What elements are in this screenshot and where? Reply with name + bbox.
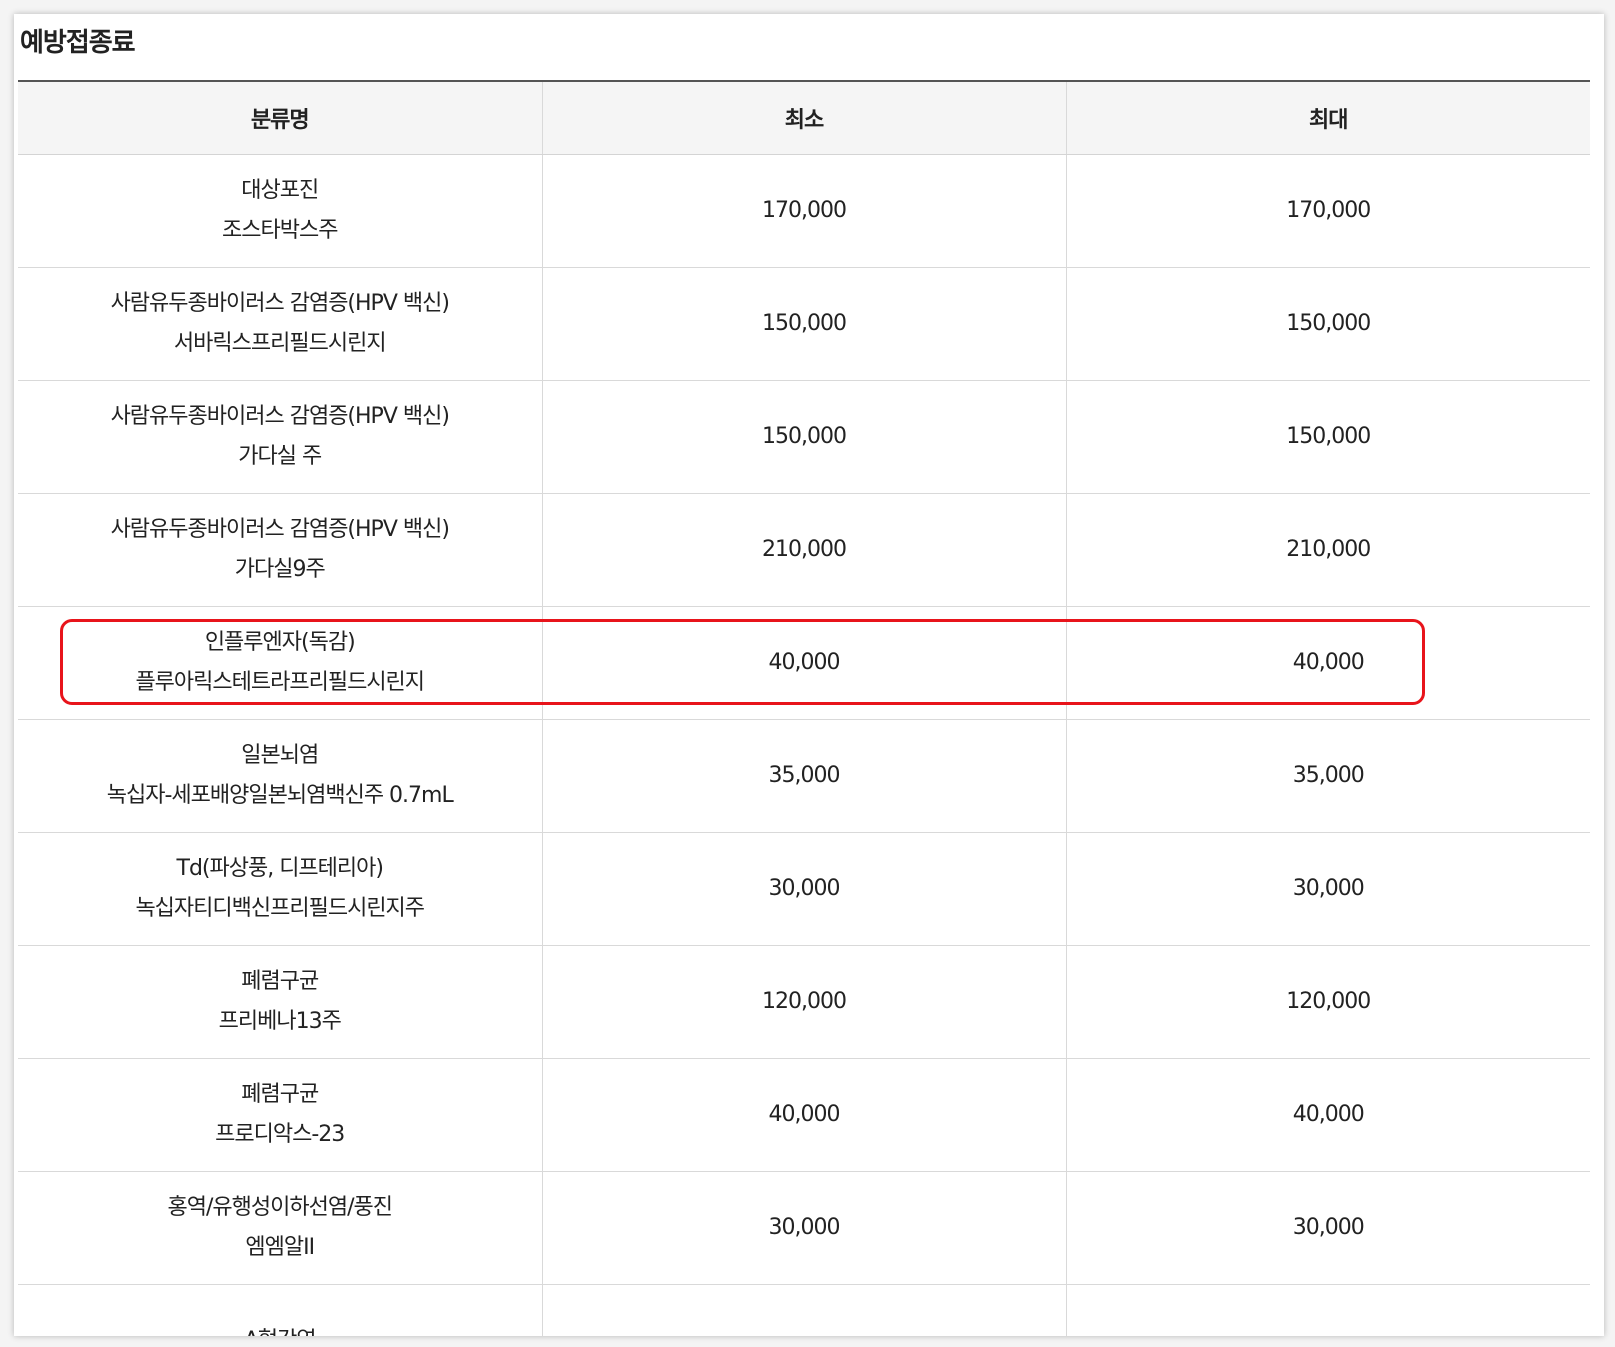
fee-table: 분류명 최소 최대 대상포진 조스타박스주 170,000 170,000 사람… xyxy=(18,80,1590,1336)
cell-max: 30,000 xyxy=(1065,1171,1590,1285)
cell-min: 35,000 xyxy=(541,719,1066,833)
cell-max: 35,000 xyxy=(1065,719,1590,833)
cell-category: 인플루엔자(독감) 플루아릭스테트라프리필드시린지 xyxy=(18,606,542,720)
product-name: 서바릭스프리필드시린지 xyxy=(173,331,387,356)
cell-min: 170,000 xyxy=(541,154,1066,268)
product-name: 프로디악스-23 xyxy=(215,1122,345,1147)
cell-category: 폐렴구균 프로디악스-23 xyxy=(18,1058,542,1172)
cell-category: A형간염 xyxy=(18,1284,542,1336)
cell-max: 120,000 xyxy=(1065,945,1590,1059)
product-name: 녹십자-세포배양일본뇌염백신주 0.7mL xyxy=(106,783,454,808)
vaccination-fee-panel: 예방접종료 분류명 최소 최대 대상포진 조스타박스주 170,000 170,… xyxy=(14,14,1604,1336)
table-row: 사람유두종바이러스 감염증(HPV 백신) 서바릭스프리필드시린지 150,00… xyxy=(18,267,1590,381)
fee-table-container: 분류명 최소 최대 대상포진 조스타박스주 170,000 170,000 사람… xyxy=(18,80,1590,1336)
cell-min: 120,000 xyxy=(541,945,1066,1059)
table-row: 홍역/유행성이하선염/풍진 엠엠알II 30,000 30,000 xyxy=(18,1171,1590,1285)
table-row-highlighted: 인플루엔자(독감) 플루아릭스테트라프리필드시린지 40,000 40,000 xyxy=(18,606,1590,720)
cell-min: 30,000 xyxy=(541,1171,1066,1285)
header-category: 분류명 xyxy=(18,80,542,155)
table-row: 사람유두종바이러스 감염증(HPV 백신) 가다실9주 210,000 210,… xyxy=(18,493,1590,607)
category-name: A형간염 xyxy=(18,1321,542,1336)
category-name: 일본뇌염 xyxy=(241,743,319,768)
product-name: 엠엠알II xyxy=(245,1235,315,1260)
table-row: 폐렴구균 프로디악스-23 40,000 40,000 xyxy=(18,1058,1590,1172)
table-row: A형간염 xyxy=(18,1284,1590,1336)
cell-max: 150,000 xyxy=(1065,380,1590,494)
category-name: Td(파상풍, 디프테리아) xyxy=(176,856,384,881)
cell-category: 홍역/유행성이하선염/풍진 엠엠알II xyxy=(18,1171,542,1285)
category-name: 홍역/유행성이하선염/풍진 xyxy=(167,1195,393,1220)
product-name: 녹십자티디백신프리필드시린지주 xyxy=(135,896,425,921)
table-header-row: 분류명 최소 최대 xyxy=(18,80,1590,155)
category-name: 폐렴구균 xyxy=(241,969,319,994)
table-row: 사람유두종바이러스 감염증(HPV 백신) 가다실 주 150,000 150,… xyxy=(18,380,1590,494)
cell-category: 대상포진 조스타박스주 xyxy=(18,154,542,268)
cell-category: 사람유두종바이러스 감염증(HPV 백신) 서바릭스프리필드시린지 xyxy=(18,267,542,381)
category-name: 인플루엔자(독감) xyxy=(204,630,356,655)
page-title: 예방접종료 xyxy=(20,28,136,58)
table-row: 폐렴구균 프리베나13주 120,000 120,000 xyxy=(18,945,1590,1059)
cell-min: 40,000 xyxy=(541,1058,1066,1172)
product-name: 가다실 주 xyxy=(238,444,322,469)
category-name: 대상포진 xyxy=(241,178,319,203)
cell-max: 40,000 xyxy=(1065,1058,1590,1172)
product-name: 플루아릭스테트라프리필드시린지 xyxy=(135,670,425,695)
table-row: 일본뇌염 녹십자-세포배양일본뇌염백신주 0.7mL 35,000 35,000 xyxy=(18,719,1590,833)
cell-min xyxy=(541,1284,1066,1336)
cell-max: 150,000 xyxy=(1065,267,1590,381)
cell-min: 30,000 xyxy=(541,832,1066,946)
category-name: 폐렴구균 xyxy=(241,1082,319,1107)
cell-category: 일본뇌염 녹십자-세포배양일본뇌염백신주 0.7mL xyxy=(18,719,542,833)
header-max: 최대 xyxy=(1065,80,1590,155)
table-row: 대상포진 조스타박스주 170,000 170,000 xyxy=(18,154,1590,268)
cell-category: Td(파상풍, 디프테리아) 녹십자티디백신프리필드시린지주 xyxy=(18,832,542,946)
product-name: 가다실9주 xyxy=(234,557,326,582)
cell-min: 150,000 xyxy=(541,267,1066,381)
cell-max: 30,000 xyxy=(1065,832,1590,946)
cell-min: 210,000 xyxy=(541,493,1066,607)
cell-max: 170,000 xyxy=(1065,154,1590,268)
cell-category: 폐렴구균 프리베나13주 xyxy=(18,945,542,1059)
category-name: 사람유두종바이러스 감염증(HPV 백신) xyxy=(110,517,450,542)
cell-max: 210,000 xyxy=(1065,493,1590,607)
cell-category: 사람유두종바이러스 감염증(HPV 백신) 가다실9주 xyxy=(18,493,542,607)
cell-max xyxy=(1065,1284,1590,1336)
product-name: 프리베나13주 xyxy=(218,1009,342,1034)
category-name: 사람유두종바이러스 감염증(HPV 백신) xyxy=(110,404,450,429)
table-row: Td(파상풍, 디프테리아) 녹십자티디백신프리필드시린지주 30,000 30… xyxy=(18,832,1590,946)
category-name: 사람유두종바이러스 감염증(HPV 백신) xyxy=(110,291,450,316)
cell-max: 40,000 xyxy=(1065,606,1590,720)
header-min: 최소 xyxy=(541,80,1066,155)
cell-min: 150,000 xyxy=(541,380,1066,494)
cell-min: 40,000 xyxy=(541,606,1066,720)
product-name: 조스타박스주 xyxy=(222,218,338,243)
cell-category: 사람유두종바이러스 감염증(HPV 백신) 가다실 주 xyxy=(18,380,542,494)
